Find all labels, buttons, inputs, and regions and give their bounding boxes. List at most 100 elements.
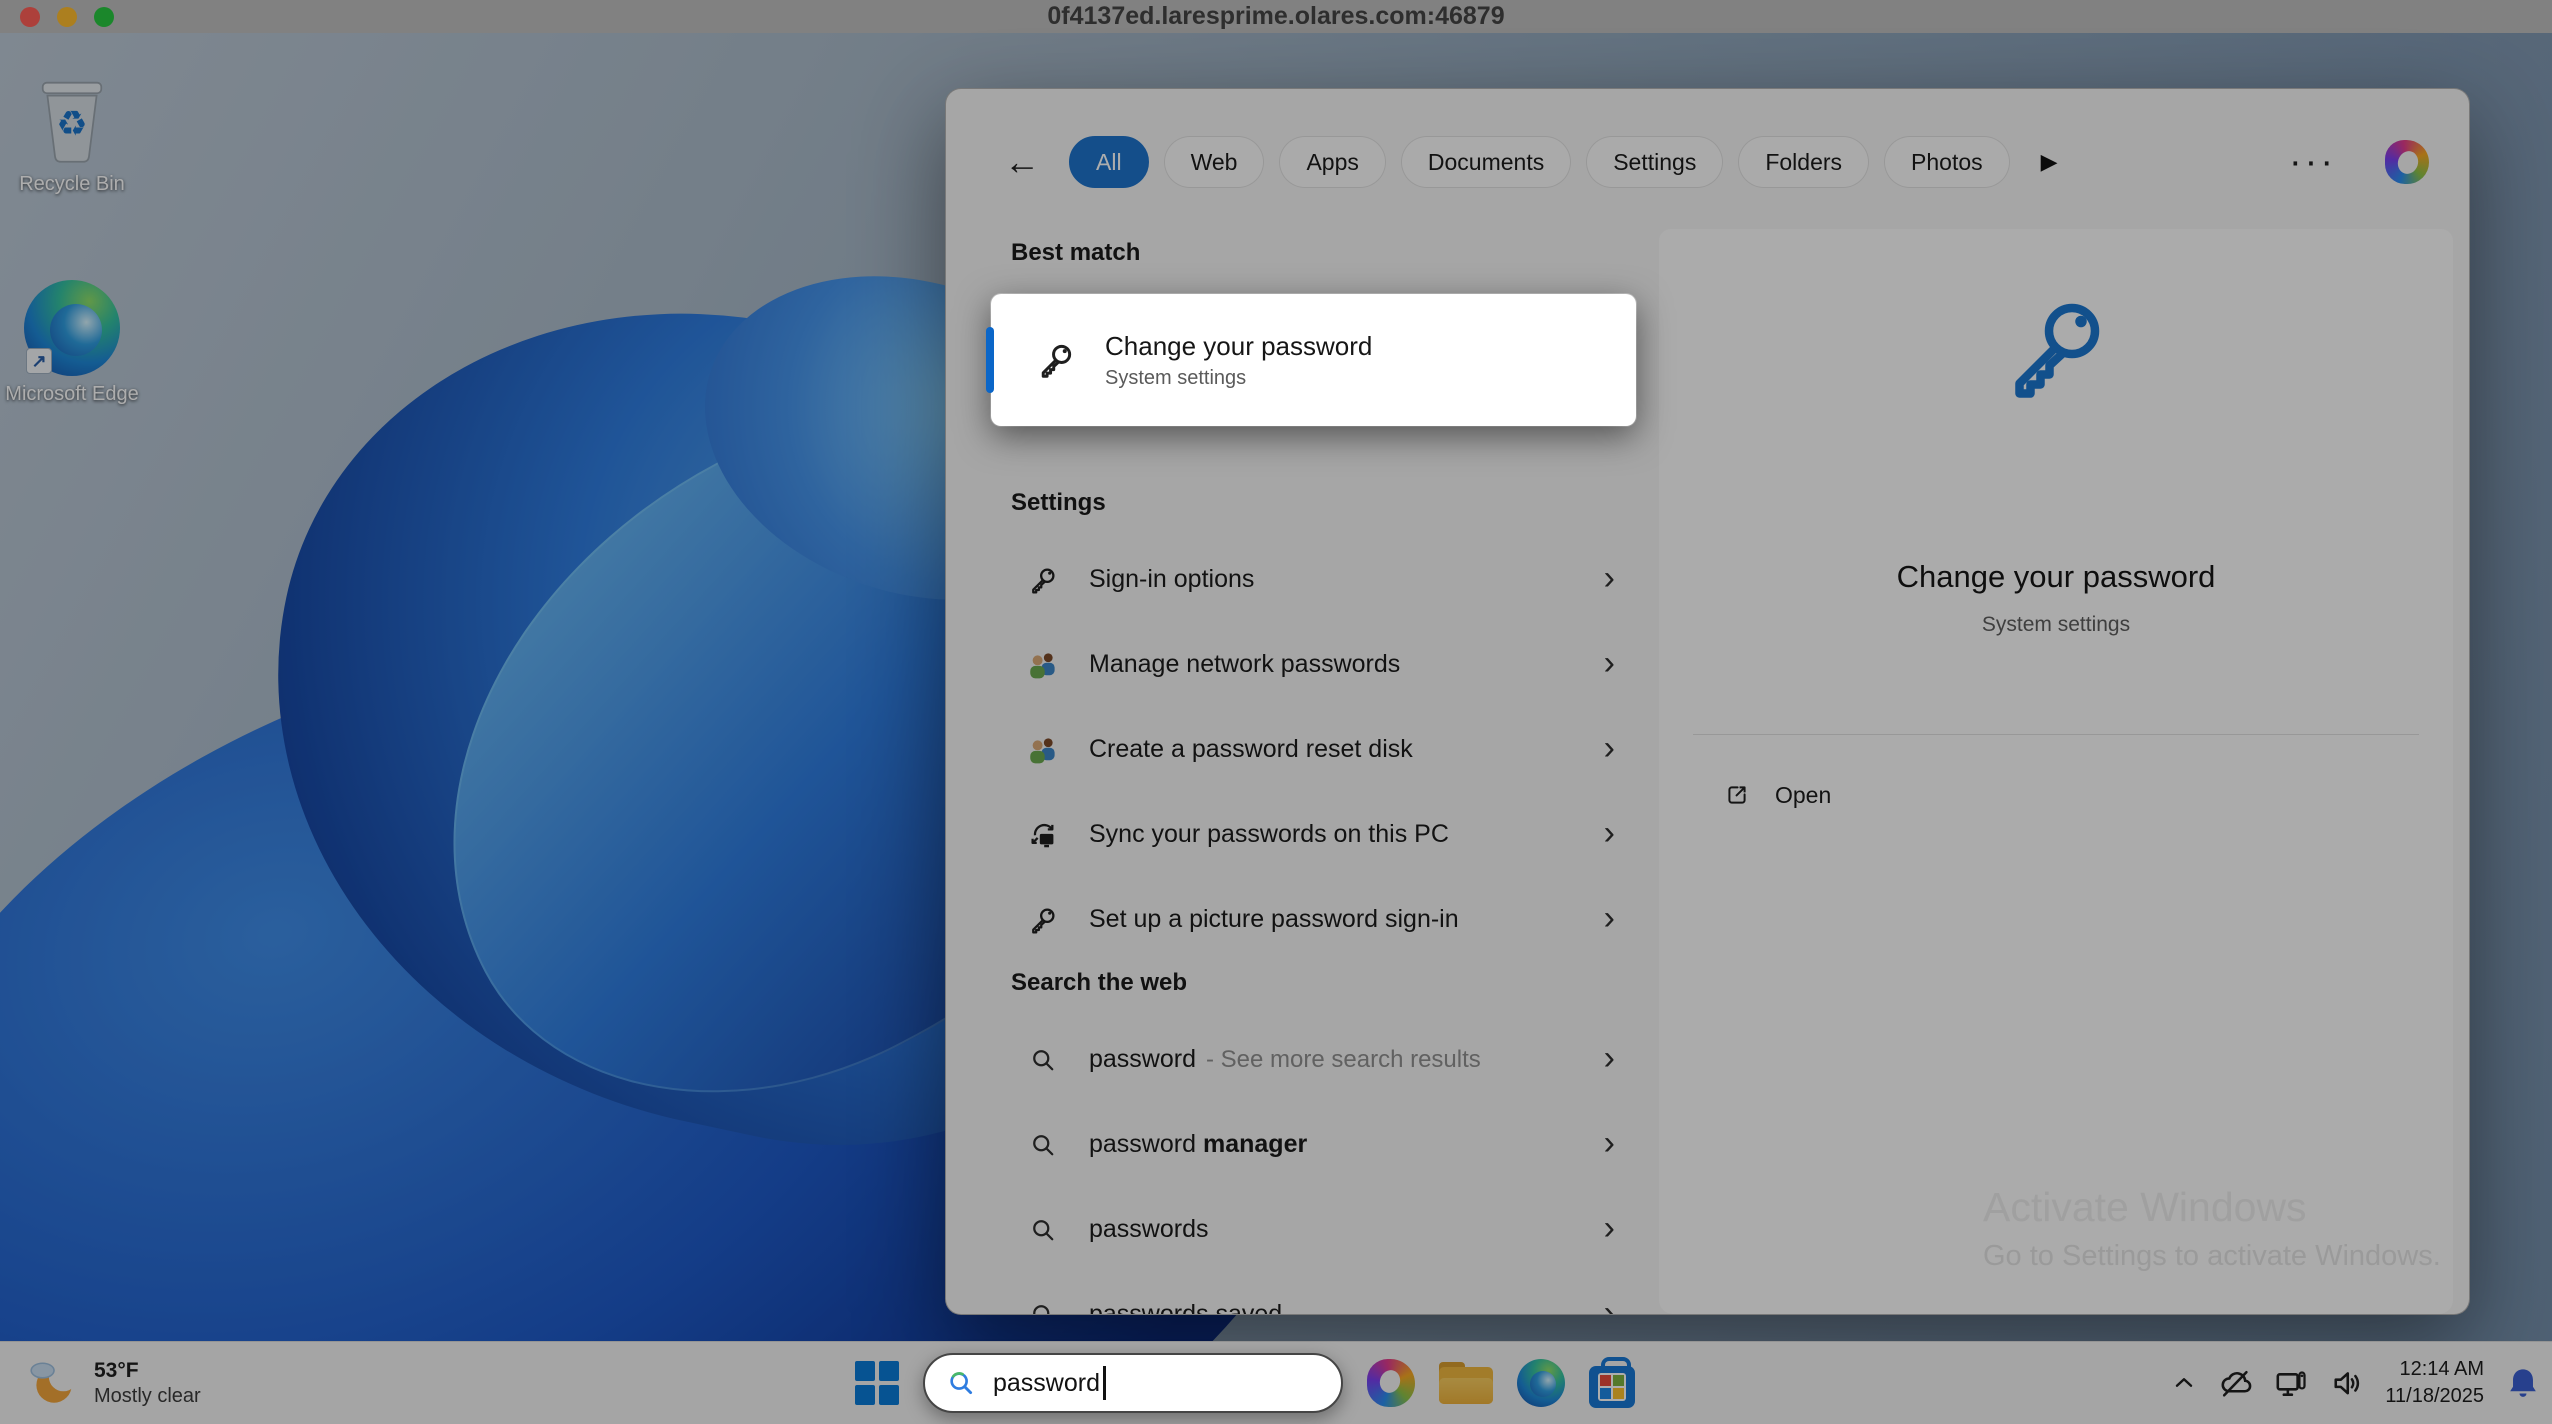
open-label: Open (1775, 782, 1831, 809)
result-picture-password[interactable]: Set up a picture password sign-in › (991, 877, 1641, 962)
chevron-right-icon: › (1604, 731, 1615, 769)
svg-text:♻: ♻ (56, 104, 88, 143)
search-query-text: password (993, 1369, 1100, 1398)
result-label: Manage network passwords (1089, 650, 1400, 679)
external-link-icon (1723, 781, 1751, 809)
tab-all[interactable]: All (1069, 136, 1149, 188)
onedrive-offline-icon[interactable] (2217, 1365, 2253, 1401)
chevron-right-icon: › (1604, 1296, 1615, 1316)
chevron-right-icon: › (1604, 1126, 1615, 1164)
key-icon (1027, 904, 1059, 936)
result-label: Set up a picture password sign-in (1089, 905, 1459, 934)
fullscreen-window-button[interactable] (94, 7, 114, 27)
web-suggestion[interactable]: password manager › (991, 1102, 1641, 1187)
result-preview-pane: Change your password System settings Ope… (1659, 229, 2453, 1314)
preview-divider (1693, 734, 2419, 735)
tab-folders[interactable]: Folders (1738, 136, 1869, 188)
remote-session-title: 0f4137ed.laresprime.olares.com:46879 (0, 2, 2552, 31)
search-icon (1028, 1045, 1058, 1075)
notifications-bell-icon[interactable] (2504, 1364, 2542, 1402)
desktop-icon-label: Recycle Bin (19, 172, 125, 197)
shortcut-arrow-badge: ↗ (26, 348, 52, 374)
key-icon (1027, 564, 1059, 596)
chevron-right-icon: › (1604, 1211, 1615, 1249)
key-icon-large (1996, 287, 2116, 407)
desktop-icon-recycle-bin[interactable]: ♻ Recycle Bin (0, 72, 147, 197)
search-icon (1028, 1130, 1058, 1160)
clock-time: 12:14 AM (2385, 1356, 2484, 1383)
taskbar-search-input[interactable]: password (923, 1353, 1343, 1413)
tab-web[interactable]: Web (1164, 136, 1265, 188)
suggestion-annotation: - See more search results (1206, 1046, 1481, 1074)
result-sign-in-options[interactable]: Sign-in options › (991, 537, 1641, 622)
chevron-right-icon: › (1604, 1041, 1615, 1079)
settings-section-header: Settings (1011, 489, 1106, 517)
result-label: Sync your passwords on this PC (1089, 820, 1449, 849)
close-window-button[interactable] (20, 7, 40, 27)
watermark-line1: Activate Windows (1983, 1184, 2441, 1231)
more-tabs-icon[interactable]: ▶ (2041, 149, 2058, 175)
speaker-icon[interactable] (2329, 1365, 2365, 1401)
best-match-header: Best match (1011, 239, 1140, 267)
suggestion-text: passwords (1089, 1215, 1209, 1244)
web-suggestion[interactable]: passwords › (991, 1187, 1641, 1272)
tab-photos[interactable]: Photos (1884, 136, 2010, 188)
web-section-header: Search the web (1011, 969, 1187, 997)
result-create-password-reset-disk[interactable]: Create a password reset disk › (991, 707, 1641, 792)
search-icon (1028, 1215, 1058, 1245)
preview-title: Change your password (1659, 559, 2453, 595)
best-match-title: Change your password (1105, 331, 1372, 362)
taskbar: 53°F Mostly clear password 12:14 AM 11/1… (0, 1341, 2552, 1424)
back-icon[interactable]: ← (1004, 144, 1040, 180)
preview-subtitle: System settings (1659, 613, 2453, 637)
chevron-right-icon: › (1604, 646, 1615, 684)
start-button[interactable] (855, 1361, 899, 1405)
web-suggestion[interactable]: passwords saved › (991, 1272, 1641, 1315)
moon-cloud-icon (26, 1356, 80, 1410)
best-match-subtitle: System settings (1105, 367, 1372, 390)
weather-condition: Mostly clear (94, 1385, 201, 1408)
key-icon (1035, 339, 1077, 381)
microsoft-store-icon[interactable] (1589, 1366, 1635, 1408)
result-sync-passwords[interactable]: Sync your passwords on this PC › (991, 792, 1641, 877)
search-filter-tabs: ← All Web Apps Documents Settings Folder… (1004, 131, 2429, 193)
desktop-icon-label: Microsoft Edge (5, 382, 138, 407)
result-label: Sign-in options (1089, 565, 1254, 594)
open-action[interactable]: Open (1705, 764, 1849, 826)
taskbar-clock[interactable]: 12:14 AM 11/18/2025 (2385, 1356, 2484, 1410)
edge-taskbar-icon[interactable] (1517, 1359, 1565, 1407)
tab-settings[interactable]: Settings (1586, 136, 1723, 188)
web-suggestion[interactable]: password - See more search results › (991, 1017, 1641, 1102)
activate-windows-watermark: Activate Windows Go to Settings to activ… (1983, 1184, 2441, 1273)
edge-icon: ↗ (24, 280, 120, 376)
users-icon (1026, 733, 1060, 767)
minimize-window-button[interactable] (57, 7, 77, 27)
chevron-right-icon: › (1604, 816, 1615, 854)
tab-documents[interactable]: Documents (1401, 136, 1571, 188)
file-explorer-icon[interactable] (1439, 1362, 1493, 1404)
clock-date: 11/18/2025 (2385, 1383, 2484, 1410)
best-match-result[interactable]: Change your password System settings (991, 294, 1636, 426)
more-options-icon[interactable]: ··· (2289, 153, 2336, 172)
suggestion-text: password (1089, 1045, 1196, 1074)
text-cursor (1103, 1366, 1106, 1400)
suggestion-text: password (1089, 1130, 1196, 1159)
tab-apps[interactable]: Apps (1279, 136, 1385, 188)
search-flyout-panel: ← All Web Apps Documents Settings Folder… (945, 88, 2470, 1315)
suggestion-completion: manager (1203, 1130, 1307, 1159)
taskbar-weather-widget[interactable]: 53°F Mostly clear (16, 1342, 211, 1424)
users-icon (1026, 648, 1060, 682)
watermark-line2: Go to Settings to activate Windows. (1983, 1240, 2441, 1273)
display-device-icon[interactable] (2273, 1365, 2309, 1401)
weather-temperature: 53°F (94, 1359, 201, 1383)
chevron-right-icon: › (1604, 901, 1615, 939)
selection-accent-bar (986, 327, 994, 393)
web-suggestions-list: password - See more search results › pas… (991, 1017, 1641, 1315)
suggestion-text: passwords saved (1089, 1300, 1282, 1315)
result-manage-network-passwords[interactable]: Manage network passwords › (991, 622, 1641, 707)
recycle-bin-icon: ♻ (31, 72, 113, 166)
desktop-icon-microsoft-edge[interactable]: ↗ Microsoft Edge (0, 280, 147, 407)
copilot-taskbar-icon[interactable] (1367, 1359, 1415, 1407)
tray-chevron-up-icon[interactable] (2171, 1370, 2197, 1396)
copilot-icon[interactable] (2385, 140, 2429, 184)
